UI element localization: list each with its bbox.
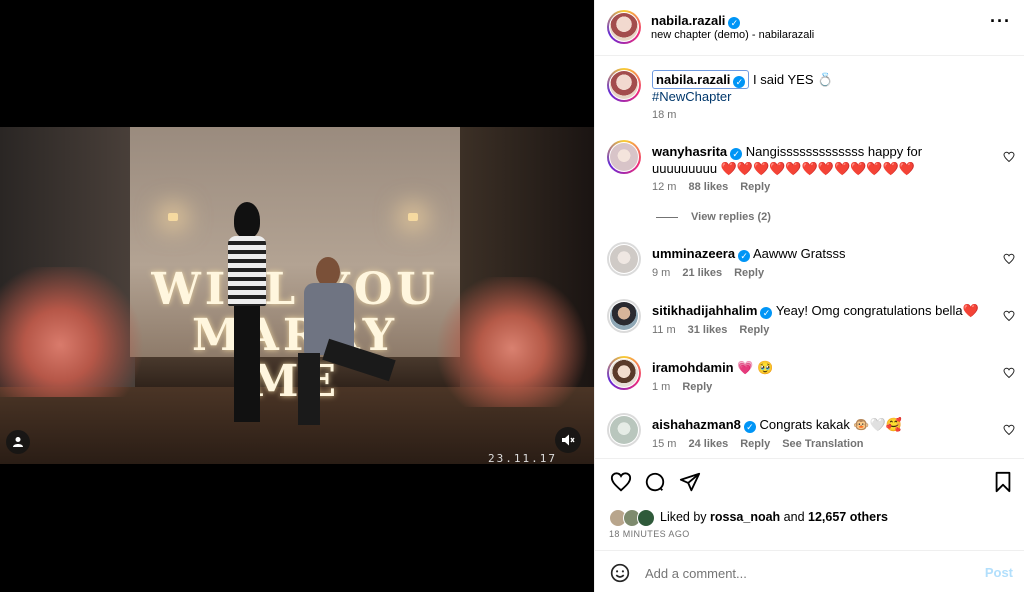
caption-hashtag[interactable]: #NewChapter (652, 89, 732, 104)
comment-item: aishahazman8 ✓ Congrats kakak 🐵🤍🥰 15 m 24 … (595, 411, 1024, 457)
bookmark-icon[interactable] (993, 471, 1013, 498)
comment-item: umminazeera ✓ Aawww Gratsss 9 m 21 likes Re… (595, 240, 1024, 286)
muted-speaker-icon (562, 434, 575, 446)
verified-badge-icon: ✓ (738, 250, 751, 262)
caption-text: I said YES 💍 (753, 72, 834, 87)
comment-likes[interactable]: 88 likes (688, 181, 728, 193)
more-options-icon[interactable]: ··· (990, 12, 1011, 30)
add-comment-bar: Post (595, 550, 1024, 593)
man-figure (282, 257, 402, 427)
comment-time: 9 m (652, 267, 671, 279)
caption: nabila.razali ✓ I said YES 💍 #NewChapter … (595, 66, 1024, 126)
comment-time: 1 m (652, 381, 671, 393)
comment-reply-button[interactable]: Reply (740, 438, 770, 450)
flowers-left (0, 267, 150, 397)
emoji-smiley-icon[interactable] (610, 563, 630, 588)
comment-bubble-icon[interactable] (644, 471, 666, 498)
comment-likes[interactable]: 24 likes (688, 438, 728, 450)
comment-reply-button[interactable]: Reply (734, 267, 764, 279)
post-comment-button[interactable]: Post (985, 565, 1013, 580)
verified-badge-icon: ✓ (730, 148, 743, 160)
user-icon (13, 437, 23, 447)
commenter-avatar[interactable] (607, 356, 641, 390)
author-username[interactable]: nabila.razali (651, 13, 725, 28)
likes-summary: Liked by rossa_noah and 12,657 others (660, 510, 888, 524)
likes-and: and (780, 510, 809, 524)
comment-username[interactable]: sitikhadijahhalim (652, 303, 757, 318)
commenter-avatar[interactable] (607, 140, 641, 174)
likes-suffix[interactable]: others (846, 510, 888, 524)
comment-time: 11 m (652, 324, 676, 336)
commenter-avatar[interactable] (607, 299, 641, 333)
mute-button[interactable] (555, 427, 581, 453)
post-photo[interactable]: WILL YOU MARRY ME 23.11.17 (0, 127, 594, 464)
post-time: 18 MINUTES AGO (609, 529, 690, 539)
comment-likes[interactable]: 31 likes (688, 324, 728, 336)
author-avatar[interactable] (607, 10, 641, 44)
comment-input[interactable] (643, 562, 967, 584)
verified-badge-icon: ✓ (743, 421, 756, 433)
wall-lamp (168, 213, 178, 221)
tagged-users-button[interactable] (6, 430, 30, 454)
post-header: nabila.razali ✓ new chapter (demo) - nabi… (595, 0, 1024, 56)
liked-by-avatars[interactable] (609, 509, 655, 527)
comment-text: Congrats kakak 🐵🤍🥰 (759, 417, 903, 432)
verified-badge-icon: ✓ (728, 17, 741, 29)
comment-text: Aawww Gratsss (753, 246, 846, 261)
verified-badge-icon: ✓ (760, 307, 773, 319)
comment-like-heart-icon[interactable] (1003, 309, 1015, 322)
comment-time: 12 m (652, 181, 677, 193)
caption-time: 18 m (652, 109, 677, 121)
share-paper-plane-icon[interactable] (679, 471, 701, 498)
view-replies-button[interactable]: View replies (2) (691, 211, 771, 223)
comment-like-heart-icon[interactable] (1003, 423, 1015, 436)
likes-count[interactable]: 12,657 (808, 510, 846, 524)
post-side-panel: nabila.razali ✓ new chapter (demo) - nabi… (594, 0, 1024, 592)
comment-username[interactable]: umminazeera (652, 246, 735, 261)
see-translation-button[interactable]: See Translation (782, 438, 863, 450)
comment-text: 💗 🥹 (737, 360, 774, 375)
comment-item: iramohdamin 💗 🥹 1 m Reply (595, 354, 1024, 400)
comment-username[interactable]: aishahazman8 (652, 417, 741, 432)
like-heart-icon[interactable] (610, 471, 632, 498)
audio-subtitle[interactable]: new chapter (demo) - nabilarazali (651, 29, 814, 41)
commenter-avatar[interactable] (607, 242, 641, 276)
comment-like-heart-icon[interactable] (1003, 366, 1015, 379)
woman-figure (228, 202, 266, 422)
comment-reply-button[interactable]: Reply (682, 381, 712, 393)
verified-badge-icon: ✓ (733, 76, 746, 88)
comment-item: wanyhasrita ✓ Nangisssssssssssss happy fo… (595, 138, 1024, 228)
comment-reply-button[interactable]: Reply (739, 324, 769, 336)
comment-likes[interactable]: 21 likes (682, 267, 722, 279)
replies-divider (656, 217, 678, 218)
commenter-avatar[interactable] (607, 413, 641, 447)
comment-reply-button[interactable]: Reply (740, 181, 770, 193)
flowers-right (430, 277, 594, 407)
post-actions: Liked by rossa_noah and 12,657 others 18… (595, 458, 1024, 549)
caption-avatar[interactable] (607, 68, 641, 102)
comment-like-heart-icon[interactable] (1003, 252, 1015, 265)
comment-time: 15 m (652, 438, 677, 450)
comment-text: Yeay! Omg congratulations bella❤️ (775, 303, 979, 318)
photo-datestamp: 23.11.17 (488, 452, 557, 464)
post-media: WILL YOU MARRY ME 23.11.17 (0, 0, 594, 592)
comment-item: sitikhadijahhalim ✓ Yeay! Omg congratulat… (595, 297, 1024, 343)
likes-prefix: Liked by (660, 510, 711, 524)
comment-username[interactable]: wanyhasrita (652, 144, 727, 159)
caption-username[interactable]: nabila.razali (656, 72, 730, 87)
comment-like-heart-icon[interactable] (1003, 150, 1015, 163)
liked-by-user[interactable]: rossa_noah (710, 510, 780, 524)
wall-lamp (408, 213, 418, 221)
comment-username[interactable]: iramohdamin (652, 360, 734, 375)
